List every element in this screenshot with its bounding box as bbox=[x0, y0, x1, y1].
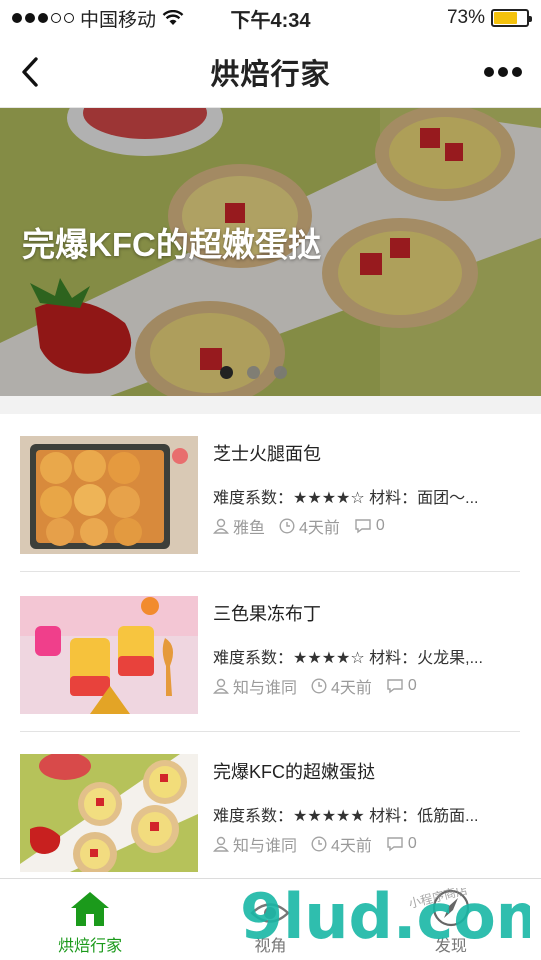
comment-icon bbox=[387, 837, 403, 852]
tab-home[interactable]: 烘焙行家 bbox=[0, 879, 180, 960]
compass-icon bbox=[432, 889, 469, 927]
comment-icon bbox=[355, 519, 371, 534]
tab-view[interactable]: 视角 bbox=[180, 879, 360, 960]
home-icon bbox=[71, 892, 110, 926]
list-item[interactable]: 三色果冻布丁 难度系数：★★★★☆ 材料：火龙果,... 知与谁同 4天前 0 bbox=[20, 574, 520, 732]
tab-bar: 烘焙行家 视角 发现 bbox=[0, 878, 541, 960]
recipe-title: 芝士火腿面包 bbox=[213, 444, 321, 464]
tab-view-label: 视角 bbox=[254, 938, 287, 955]
recipe-meta: 难度系数：★★★★☆ 材料：火龙果,... bbox=[213, 650, 483, 667]
carousel-dot[interactable] bbox=[220, 366, 233, 379]
recipe-comments: 0 bbox=[407, 835, 417, 852]
recipe-author: 雅鱼 bbox=[233, 520, 266, 537]
user-icon bbox=[213, 518, 229, 534]
recipe-thumbnail bbox=[20, 596, 198, 714]
recipe-list: 芝士火腿面包 难度系数：★★★★☆ 材料：面团～... 雅鱼 4天前 0 三色果… bbox=[0, 414, 541, 878]
wifi-icon bbox=[162, 10, 184, 25]
recipe-author: 知与谁同 bbox=[233, 680, 298, 697]
clock-icon bbox=[311, 836, 327, 852]
recipe-time: 4天前 bbox=[331, 680, 372, 697]
recipe-time: 4天前 bbox=[331, 838, 372, 855]
tab-discover-label: 发现 bbox=[434, 938, 467, 955]
recipe-title: 完爆KFC的超嫩蛋挞 bbox=[213, 762, 375, 782]
back-button[interactable] bbox=[10, 50, 50, 94]
user-icon bbox=[213, 836, 229, 852]
more-dots-icon bbox=[484, 67, 494, 77]
recipe-meta: 难度系数：★★★★☆ 材料：面团～... bbox=[213, 490, 479, 507]
signal-strength-icon bbox=[12, 13, 74, 23]
clock-icon bbox=[311, 678, 327, 694]
recipe-title: 三色果冻布丁 bbox=[213, 604, 321, 624]
recipe-comments: 0 bbox=[407, 677, 417, 694]
banner-carousel[interactable]: 完爆KFC的超嫩蛋挞 bbox=[0, 108, 541, 396]
tab-discover[interactable]: 发现 bbox=[361, 879, 541, 960]
carousel-dot[interactable] bbox=[274, 366, 287, 379]
carrier-label: 中国移动 bbox=[80, 9, 157, 31]
tab-home-label: 烘焙行家 bbox=[58, 938, 123, 955]
recipe-thumbnail bbox=[20, 754, 198, 872]
user-icon bbox=[213, 678, 229, 694]
recipe-comments: 0 bbox=[375, 517, 385, 534]
navigation-bar: 烘焙行家 bbox=[0, 36, 541, 108]
recipe-meta: 难度系数：★★★★★ 材料：低筋面... bbox=[213, 808, 479, 825]
battery-icon bbox=[491, 9, 532, 27]
comment-icon bbox=[387, 679, 403, 694]
list-item[interactable]: 完爆KFC的超嫩蛋挞 难度系数：★★★★★ 材料：低筋面... 知与谁同 4天前… bbox=[20, 732, 520, 878]
banner-title: 完爆KFC的超嫩蛋挞 bbox=[22, 226, 321, 263]
more-button[interactable] bbox=[479, 56, 527, 88]
carousel-indicator[interactable] bbox=[220, 366, 287, 379]
page-title: 烘焙行家 bbox=[210, 58, 331, 91]
clock-icon bbox=[279, 518, 295, 534]
recipe-thumbnail bbox=[20, 436, 198, 554]
recipe-time: 4天前 bbox=[299, 520, 340, 537]
eye-icon bbox=[250, 903, 291, 923]
chevron-left-icon bbox=[22, 57, 38, 87]
status-bar: 中国移动 下午4:34 73% bbox=[0, 0, 541, 36]
list-item[interactable]: 芝士火腿面包 难度系数：★★★★☆ 材料：面团～... 雅鱼 4天前 0 bbox=[20, 414, 520, 572]
carousel-dot[interactable] bbox=[247, 366, 260, 379]
battery-percent: 73% bbox=[446, 7, 485, 28]
recipe-author: 知与谁同 bbox=[233, 838, 298, 855]
